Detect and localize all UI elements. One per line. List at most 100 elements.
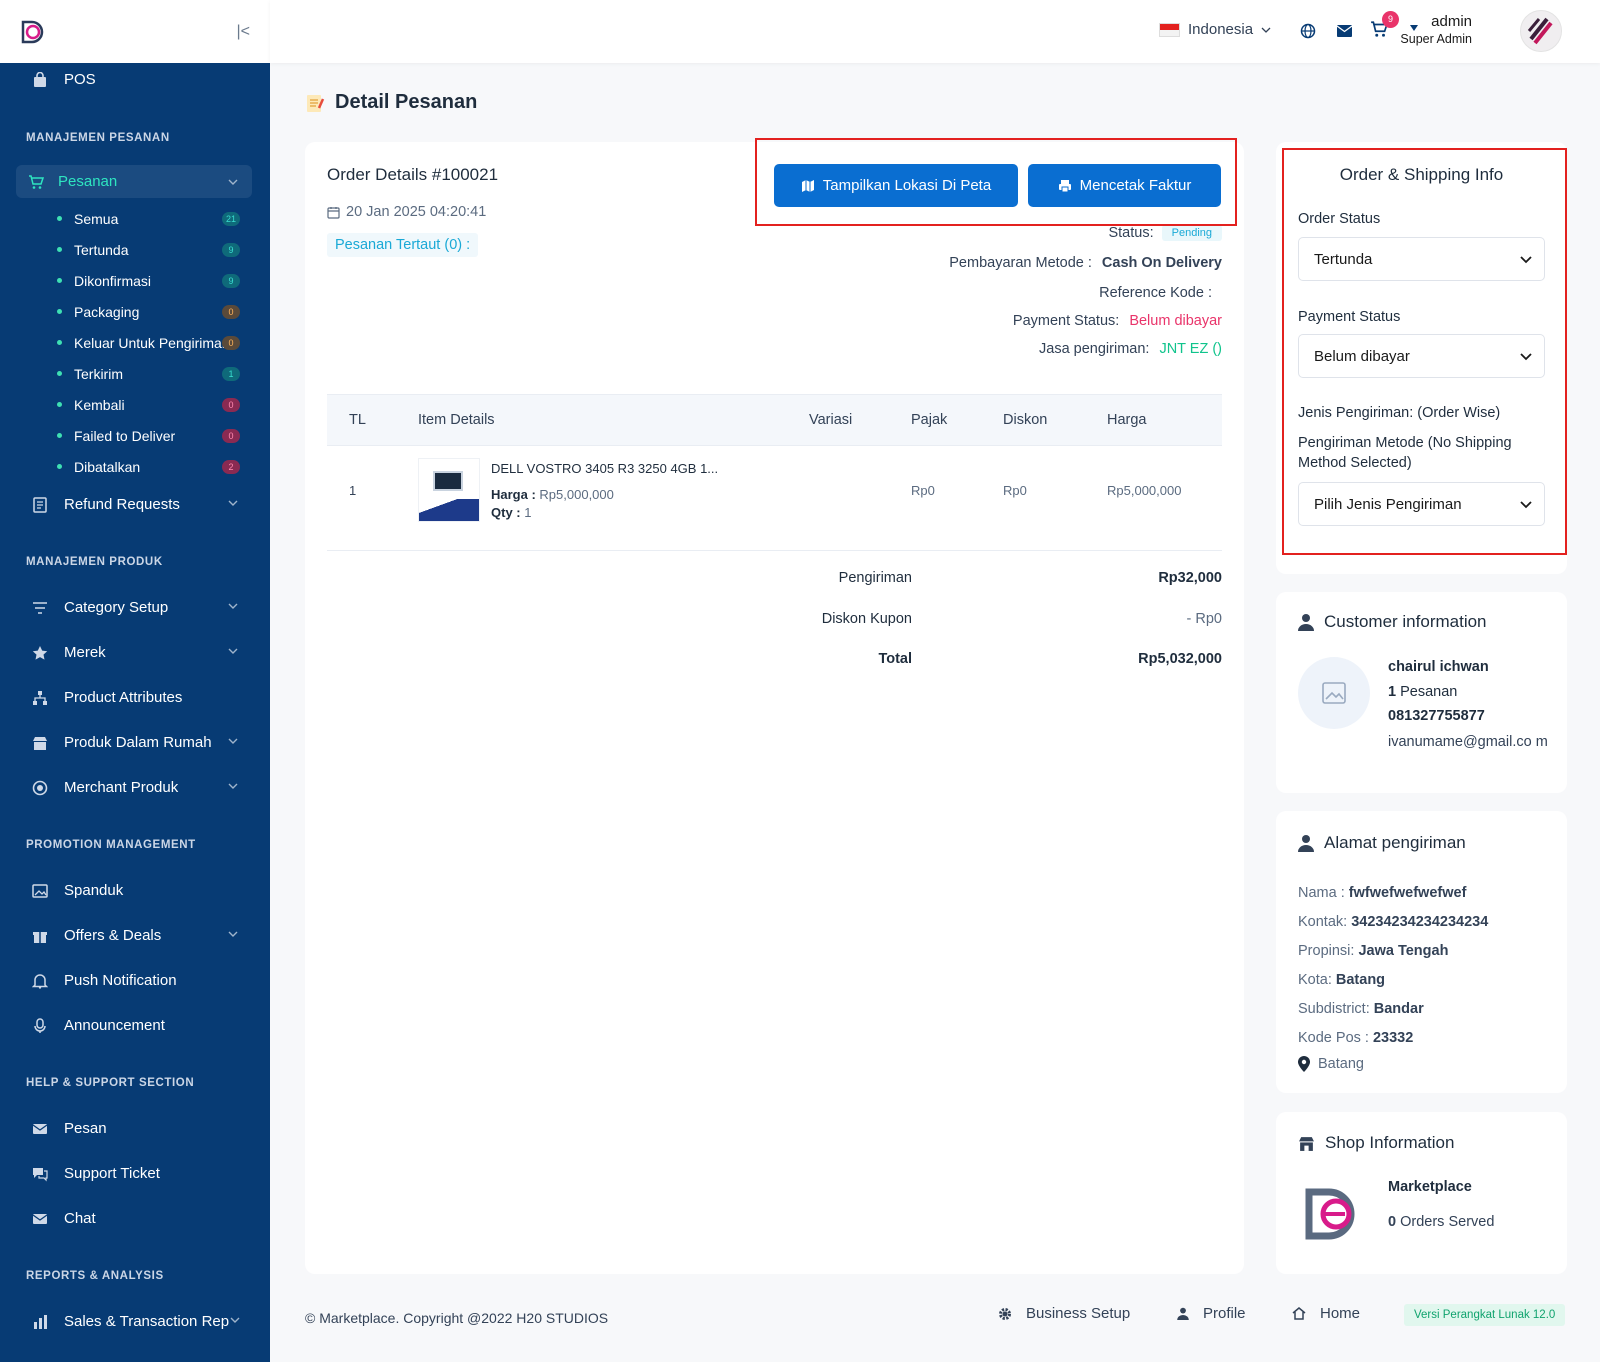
- sidebar-item-push[interactable]: Push Notification: [0, 958, 270, 1003]
- address-line-value: Jawa Tengah: [1358, 943, 1449, 959]
- address-title: Alamat pengiriman: [1324, 833, 1466, 852]
- col-header-variation: Variasi: [809, 412, 853, 428]
- shop-info-header: Shop Information: [1298, 1133, 1454, 1153]
- sidebar-subitem[interactable]: Kembali 0: [0, 389, 270, 420]
- customer-name[interactable]: chairul ichwan: [1388, 659, 1489, 675]
- payment-method-label: Pembayaran Metode :: [949, 255, 1092, 271]
- address-line-value: Bandar: [1373, 1001, 1424, 1017]
- order-date-row: 20 Jan 2025 04:20:41: [327, 204, 486, 220]
- sidebar-item-announcement[interactable]: Announcement: [0, 1003, 270, 1048]
- sidebar-item-label: Product Attributes: [64, 689, 183, 706]
- sidebar-subitem[interactable]: Tertunda 9: [0, 234, 270, 265]
- brand-logo-icon[interactable]: [20, 19, 46, 45]
- sidebar-item-category[interactable]: Category Setup: [0, 585, 270, 630]
- payment-method-row: Pembayaran Metode : Cash On Delivery: [949, 255, 1222, 271]
- sidebar-subitem[interactable]: Terkirim 1: [0, 358, 270, 389]
- footer-business-setup-link[interactable]: Business Setup: [998, 1305, 1130, 1322]
- sidebar-item-label: Offers & Deals: [64, 927, 162, 944]
- sidebar-item-pos[interactable]: POS: [0, 57, 270, 102]
- language-selector[interactable]: Indonesia: [1159, 21, 1271, 38]
- sidebar-item-banner[interactable]: Spanduk: [0, 868, 270, 913]
- sidebar-subitem[interactable]: Dikonfirmasi 9: [0, 265, 270, 296]
- sidebar-subitem[interactable]: Dibatalkan 2: [0, 451, 270, 482]
- customer-avatar: [1298, 657, 1370, 729]
- sidebar-item-attributes[interactable]: Product Attributes: [0, 675, 270, 720]
- sidebar-subitem-label: Semua: [74, 210, 119, 227]
- chevron-down-icon: [228, 174, 238, 191]
- cart-button[interactable]: 9: [1370, 11, 1399, 40]
- sidebar-subitem[interactable]: Packaging 0: [0, 296, 270, 327]
- customer-email[interactable]: ivanumame@gmail.co m: [1388, 732, 1548, 752]
- user-icon: [1298, 614, 1314, 631]
- sidebar-item-ticket[interactable]: Support Ticket: [0, 1151, 270, 1196]
- bell-icon: [30, 972, 50, 990]
- sidebar-item-label: Support Ticket: [64, 1165, 160, 1182]
- customer-phone[interactable]: 081327755877: [1388, 708, 1485, 724]
- items-table-header: TL Item Details Variasi Pajak Diskon Har…: [327, 394, 1222, 446]
- mail-icon[interactable]: [1336, 24, 1353, 38]
- indonesia-flag-icon: [1159, 22, 1180, 37]
- globe-icon[interactable]: [1300, 23, 1316, 39]
- chevron-down-icon: [228, 643, 238, 660]
- print-invoice-button[interactable]: Mencetak Faktur: [1028, 164, 1221, 207]
- chat-bubbles-icon: [30, 1165, 50, 1183]
- sidebar-item-label: POS: [64, 71, 96, 88]
- sidebar-item-label: Merchant Produk: [64, 779, 179, 796]
- summary-coupon: Diskon Kupon - Rp0: [327, 611, 1222, 631]
- customer-info-header: Customer information: [1298, 612, 1487, 632]
- address-header: Alamat pengiriman: [1298, 833, 1466, 853]
- count-badge: 21: [221, 211, 240, 226]
- sidebar-item-merchant[interactable]: Merchant Produk: [0, 765, 270, 810]
- product-qty-line: Qty : 1: [491, 505, 531, 520]
- linked-orders-badge[interactable]: Pesanan Tertaut (0) :: [327, 233, 479, 257]
- print-invoice-label: Mencetak Faktur: [1079, 177, 1192, 194]
- sidebar-subitem[interactable]: Failed to Deliver 0: [0, 420, 270, 451]
- sidebar-item-refund[interactable]: Refund Requests: [0, 482, 270, 527]
- shop-name[interactable]: Marketplace: [1388, 1179, 1472, 1195]
- merchant-icon: [30, 779, 50, 797]
- user-name: admin: [1431, 13, 1472, 30]
- topbar: Indonesia 9 admin Super Admin: [270, 0, 1600, 63]
- sidebar-subitem[interactable]: Keluar Untuk Pengiriman 0: [0, 327, 270, 358]
- address-line-label: Kota:: [1298, 972, 1332, 988]
- address-line-label: Kontak:: [1298, 914, 1348, 930]
- document-icon: [30, 496, 50, 514]
- row-number: 1: [349, 483, 357, 498]
- row-discount: Rp0: [1003, 483, 1027, 498]
- sidebar-item-label: Spanduk: [64, 882, 124, 899]
- sidebar-item-messages[interactable]: Pesan: [0, 1106, 270, 1151]
- product-name[interactable]: DELL VOSTRO 3405 R3 3250 4GB 1...: [491, 461, 718, 476]
- show-map-button[interactable]: Tampilkan Lokasi Di Peta: [774, 164, 1018, 207]
- sidebar-item-chat[interactable]: Chat: [0, 1196, 270, 1241]
- sidebar-section-products: MANAJEMEN PRODUK: [26, 556, 163, 568]
- user-info[interactable]: admin Super Admin: [1400, 13, 1472, 46]
- count-badge: 9: [222, 242, 240, 257]
- sidebar-item-brand[interactable]: Merek: [0, 630, 270, 675]
- status-label: Status:: [1108, 225, 1154, 241]
- sidebar: |< POS MANAJEMEN PESANAN Pesanan Semua 21…: [0, 0, 270, 1362]
- sidebar-item-label: Push Notification: [64, 972, 177, 989]
- footer-home-link[interactable]: Home: [1292, 1305, 1360, 1322]
- count-badge: 0: [222, 428, 240, 443]
- status-badge: Pending: [1161, 225, 1222, 241]
- address-line-value: 34234234234234234: [1351, 914, 1489, 930]
- product-thumbnail[interactable]: [418, 458, 480, 522]
- courier-value: JNT EZ (): [1159, 341, 1222, 357]
- collapse-sidebar-icon[interactable]: |<: [237, 23, 251, 41]
- avatar[interactable]: [1520, 10, 1562, 52]
- gift-icon: [30, 927, 50, 945]
- shipping-address-card: Alamat pengiriman Nama : fwfwefwefwefwef…: [1276, 811, 1567, 1093]
- sidebar-item-orders[interactable]: Pesanan: [16, 165, 252, 198]
- address-lines: Nama : fwfwefwefwefwef Kontak: 3423423423…: [1298, 879, 1488, 1053]
- table-row: 1 DELL VOSTRO 3405 R3 3250 4GB 1... Harg…: [327, 447, 1222, 551]
- bullet-dot-icon: [57, 340, 62, 345]
- sidebar-subitem[interactable]: Semua 21: [0, 203, 270, 234]
- status-row: Status: Pending: [1108, 225, 1222, 241]
- summary-total-label: Total: [878, 651, 912, 667]
- sidebar-item-sales[interactable]: Sales & Transaction Rep: [0, 1299, 270, 1344]
- sidebar-item-inhouse[interactable]: Produk Dalam Rumah: [0, 720, 270, 765]
- footer-profile-link[interactable]: Profile: [1177, 1305, 1246, 1322]
- sidebar-item-offers[interactable]: Offers & Deals: [0, 913, 270, 958]
- language-label: Indonesia: [1188, 21, 1254, 38]
- summary-shipping: Pengiriman Rp32,000: [327, 570, 1222, 590]
